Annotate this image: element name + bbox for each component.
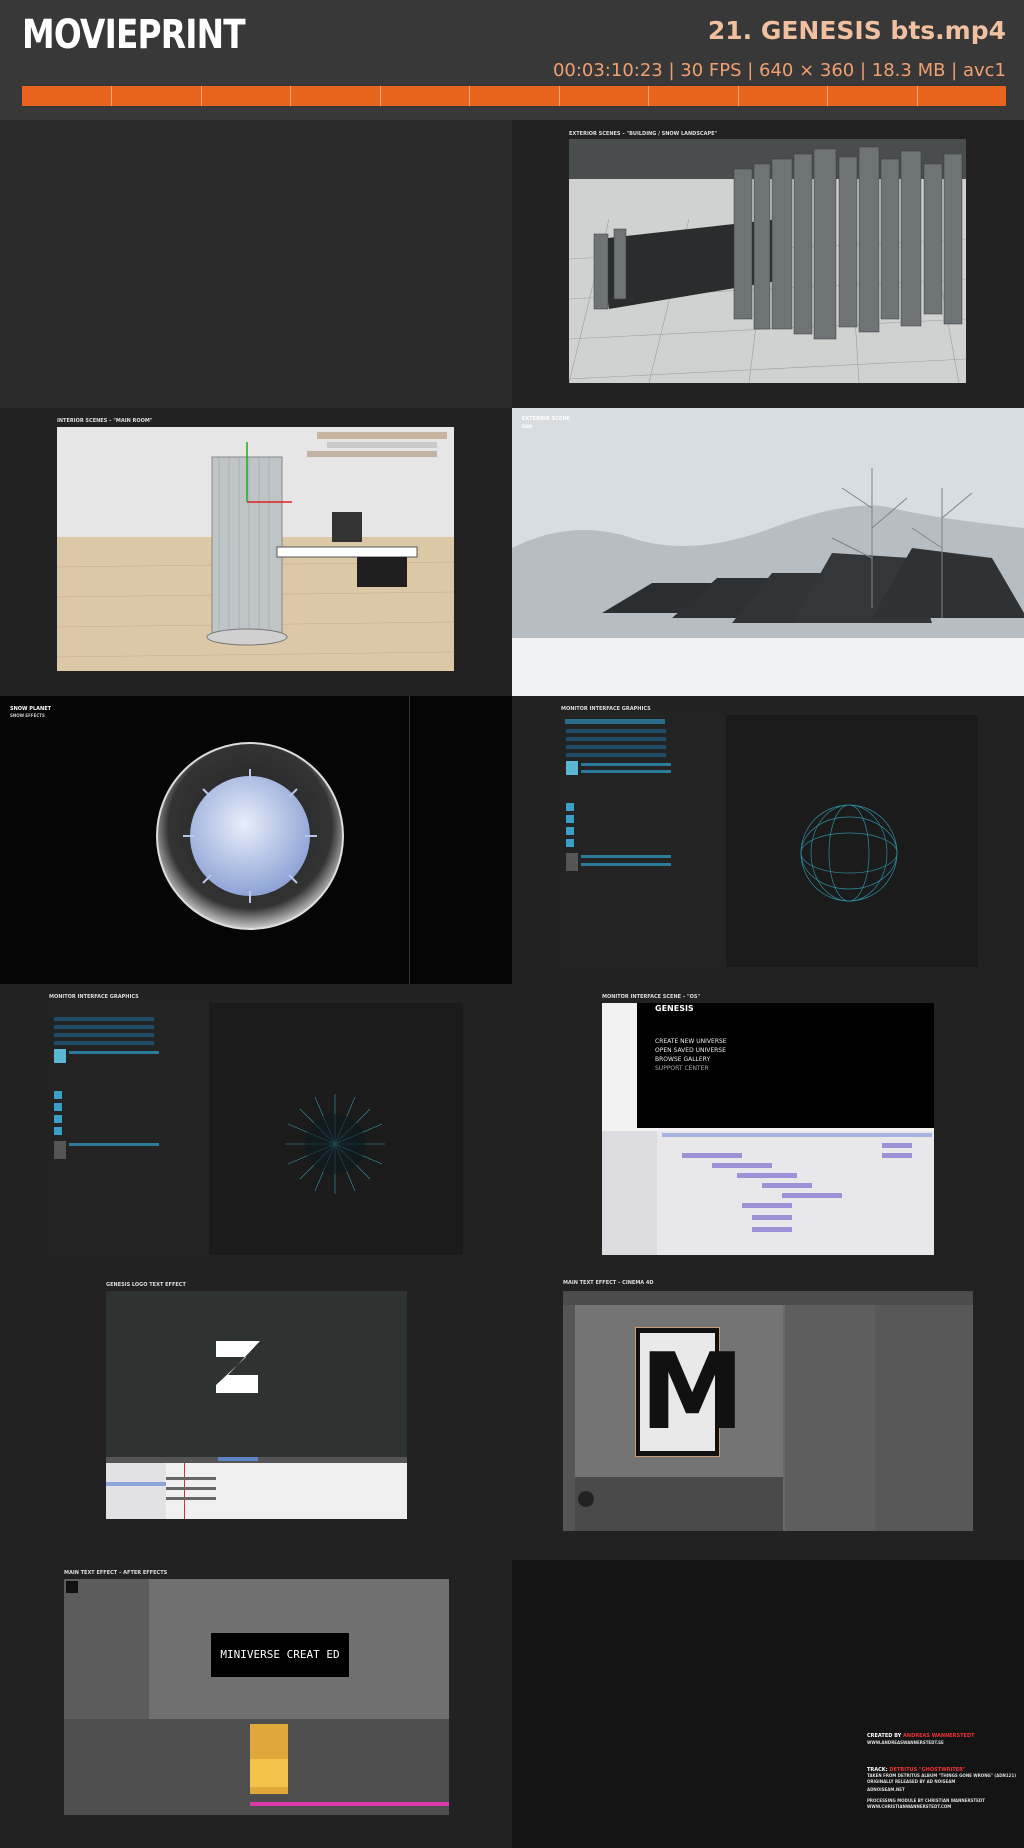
credits-processing-url: WWW.CHRISTIANWANNERSTEDT.COM: [867, 1804, 952, 1809]
file-title: 21. GENESIS bts.mp4: [707, 16, 1006, 45]
timeline-bar[interactable]: [22, 86, 1006, 106]
app-logo: MOVIEPRINT: [22, 12, 246, 58]
cinema4d-ui: M: [563, 1291, 973, 1531]
thumb-label: MONITOR INTERFACE SCENE – "OS": [602, 994, 701, 1000]
thumb-7[interactable]: MONITOR INTERFACE GRAPHICS: [0, 984, 512, 1272]
timeline-tick: [200, 86, 202, 106]
timeline-tick: [737, 86, 739, 106]
menu-item-support: SUPPORT CENTER: [655, 1065, 709, 1072]
timeline-tick: [558, 86, 560, 106]
thumb-4[interactable]: EXTERIOR SCENE RAW: [512, 408, 1024, 696]
genesis-brand: GENESIS: [655, 1004, 694, 1013]
aftereffects-ui: MINIVERSE CREAT ED: [64, 1579, 449, 1815]
os-screen: GENESIS CREATE NEW UNIVERSE OPEN SAVED U…: [602, 1003, 934, 1255]
credits-label-url: ADNOISEAM.NET: [867, 1787, 905, 1792]
header-bar: MOVIEPRINT 21. GENESIS bts.mp4 00:03:10:…: [0, 0, 1024, 120]
miniverse-text: MINIVERSE CREAT ED: [211, 1633, 349, 1677]
credits-release: ORIGINALLY RELEASED BY AD NOISEAM: [867, 1779, 956, 1784]
thumb-label: GENESIS LOGO TEXT EFFECT: [106, 1282, 186, 1288]
timeline-panel: [106, 1457, 407, 1519]
thumb-5[interactable]: SNOW PLANET SNOW EFFECTS: [0, 696, 512, 984]
thumb-label: MONITOR INTERFACE GRAPHICS: [49, 994, 139, 1000]
timeline-tick: [827, 86, 829, 106]
thumb-9[interactable]: GENESIS LOGO TEXT EFFECT: [0, 1272, 512, 1560]
divider: [409, 696, 410, 984]
menu-item-browse: BROWSE GALLERY: [655, 1056, 711, 1063]
city-render: [569, 139, 966, 383]
thumb-label: SNOW PLANET: [10, 706, 52, 712]
credits-url: WWW.ANDREASWANNERSTEDT.SE: [867, 1740, 944, 1745]
wireframe-sphere: [800, 804, 898, 902]
credits-created-by: CREATED BY ANDREAS WANNERSTEDT: [867, 1733, 975, 1739]
thumb-1[interactable]: [0, 120, 512, 408]
particle-sphere: [285, 1094, 385, 1194]
thumb-11[interactable]: MAIN TEXT EFFECT – AFTER EFFECTS MINIVER…: [0, 1560, 512, 1848]
timeline-tick: [111, 86, 113, 106]
thumb-3[interactable]: INTERIOR SCENES – "MAIN ROOM": [0, 408, 512, 696]
thumb-8[interactable]: MONITOR INTERFACE SCENE – "OS" GENESIS C…: [512, 984, 1024, 1272]
thumb-10[interactable]: MAIN TEXT EFFECT – CINEMA 4D M: [512, 1272, 1024, 1560]
file-meta: 00:03:10:23 | 30 FPS | 640 × 360 | 18.3 …: [552, 60, 1006, 81]
timeline-tick: [648, 86, 650, 106]
thumb-label: EXTERIOR SCENES – "BUILDING / SNOW LANDS…: [569, 131, 718, 137]
logo-effect-view: [106, 1291, 407, 1457]
timeline-tick: [379, 86, 381, 106]
snow-landscape: [512, 468, 1024, 696]
thumb-label: MONITOR INTERFACE GRAPHICS: [561, 706, 651, 712]
timeline-tick: [469, 86, 471, 106]
interface-panel: [561, 715, 978, 967]
thumb-label: MAIN TEXT EFFECT – AFTER EFFECTS: [64, 1570, 168, 1576]
timeline-tick: [916, 86, 918, 106]
credits-album: TAKEN FROM DETRITUS ALBUM "THINGS GONE W…: [867, 1773, 1017, 1778]
timeline-tick: [290, 86, 292, 106]
snow-planet: [156, 742, 344, 930]
menu-item-create: CREATE NEW UNIVERSE: [655, 1038, 727, 1045]
room-render: [57, 427, 454, 671]
letter-m: M: [640, 1331, 745, 1453]
interface-panel: [49, 1003, 463, 1255]
thumb-2[interactable]: EXTERIOR SCENES – "BUILDING / SNOW LANDS…: [512, 120, 1024, 408]
thumb-sublabel: SNOW EFFECTS: [10, 713, 45, 718]
thumb-label: INTERIOR SCENES – "MAIN ROOM": [57, 418, 153, 424]
menu-item-open: OPEN SAVED UNIVERSE: [655, 1047, 726, 1054]
thumb-6[interactable]: MONITOR INTERFACE GRAPHICS: [512, 696, 1024, 984]
thumb-label: MAIN TEXT EFFECT – CINEMA 4D: [563, 1280, 654, 1286]
thumb-12[interactable]: CREATED BY ANDREAS WANNERSTEDT WWW.ANDRE…: [512, 1560, 1024, 1848]
credits-processing: PROCESSING MODULE BY CHRISTIAN WANNERSTE…: [867, 1798, 985, 1803]
thumbnail-grid: EXTERIOR SCENES – "BUILDING / SNOW LANDS…: [0, 120, 1024, 1848]
